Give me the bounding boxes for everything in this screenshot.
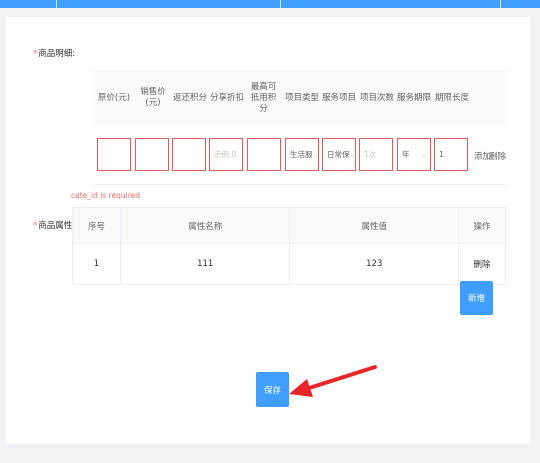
period-length-value: 1 (439, 150, 444, 159)
chevron-down-icon: ⌄ (312, 150, 319, 159)
header-operation: 操作 (458, 207, 506, 244)
sale-price-input[interactable] (135, 138, 169, 171)
col-service-count: 项目次数 (360, 92, 395, 103)
header-index: 序号 (72, 207, 121, 244)
row-attr-value: 123 (289, 243, 460, 285)
col-period-length: 期限长度 (435, 92, 470, 103)
delete-spec-link[interactable]: 删除 (489, 150, 506, 162)
share-discount-placeholder: 示例:0. (214, 150, 239, 159)
col-service-period: 服务期限 (397, 92, 432, 103)
service-count-input[interactable]: 1次 (359, 138, 393, 171)
max-deductible-points-input[interactable] (247, 138, 281, 171)
required-mark: * (33, 221, 38, 231)
service-count-value: 1次 (364, 150, 377, 159)
header-attr-name: 属性名称 (119, 207, 291, 244)
col-sale-price: 销售价(元) (140, 87, 166, 108)
return-points-input[interactable] (172, 138, 206, 171)
validation-error: cate_id is required (71, 191, 141, 200)
col-share-discount: 分享折扣 (210, 92, 245, 103)
attr-table-header: 序号 属性名称 属性值 操作 (72, 207, 506, 244)
project-type-value: 生活服 (290, 150, 313, 159)
original-price-input[interactable] (97, 138, 131, 171)
header-attr-value: 属性值 (289, 207, 460, 244)
spec-table-header: 原价(元) 销售价(元) 返还积分 分享折扣 最高可抵用积分 项目类型 服务项目… (93, 70, 507, 126)
nav-divider (280, 0, 281, 8)
top-nav-bar (0, 0, 540, 8)
required-mark: * (33, 49, 38, 59)
table-row: 1 111 123 删除 (72, 243, 506, 285)
row-delete-link[interactable]: 删除 (458, 243, 506, 285)
col-original-price: 原价(元) (97, 92, 131, 103)
service-period-value: 年 (402, 150, 410, 159)
goods-detail-label-text: 商品明细: (38, 49, 76, 59)
add-attr-button[interactable]: 新增 (460, 281, 493, 315)
share-discount-input[interactable]: 示例:0. (209, 138, 243, 171)
period-length-input[interactable]: 1 (434, 138, 468, 171)
goods-attr-label-text: 商品属性: (38, 221, 76, 231)
service-item-value: 日常保 (327, 150, 350, 159)
col-project-type: 项目类型 (285, 92, 320, 103)
service-period-select[interactable]: 年 ⌄ (397, 138, 431, 171)
row-index: 1 (72, 243, 121, 285)
chevron-down-icon: ⌄ (349, 150, 356, 159)
service-item-select[interactable]: 日常保 ⌄ (322, 138, 356, 171)
col-service-item: 服务项目 (322, 92, 357, 103)
nav-divider (500, 0, 501, 8)
red-arrow-annotation (289, 365, 377, 397)
goods-detail-label: *商品明细: (33, 47, 75, 59)
col-return-points: 返还积分 (173, 92, 208, 103)
row-attr-name: 111 (119, 243, 291, 285)
project-type-select[interactable]: 生活服 ⌄ (285, 138, 319, 171)
col-max-deductible-points: 最高可抵用积分 (250, 81, 277, 114)
goods-attr-label: *商品属性: (33, 219, 75, 231)
attr-table: 序号 属性名称 属性值 操作 1 111 123 删除 (72, 207, 506, 285)
chevron-down-icon: ⌄ (421, 150, 427, 159)
nav-divider (56, 0, 57, 8)
